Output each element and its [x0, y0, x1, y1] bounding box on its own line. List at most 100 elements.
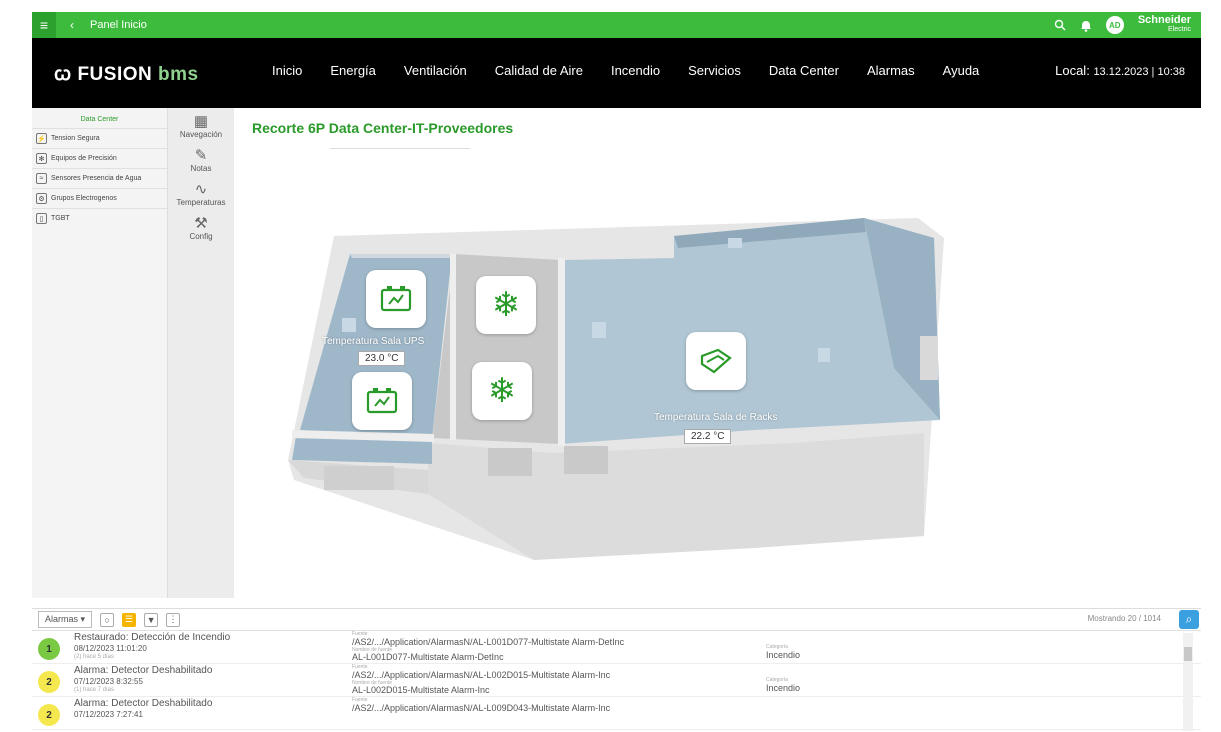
grid-icon: ▦ [193, 113, 209, 130]
alarms-toolbar: Alarmas ▾ ○ ☰ ▼ ⋮ Mostrando 20 / 1014 ⌕ [32, 609, 1201, 631]
sidebar-item-tension-segura[interactable]: ⚡ Tension Segura [32, 128, 167, 148]
user-avatar[interactable]: AD [1105, 16, 1124, 34]
nav-inicio[interactable]: Inicio [272, 63, 302, 78]
snowflake-icon: ❄ [491, 286, 521, 324]
nav-data-center[interactable]: Data Center [769, 63, 839, 78]
schneider-logo: Schneider Electric [1138, 15, 1191, 34]
alarms-panel: Alarmas ▾ ○ ☰ ▼ ⋮ Mostrando 20 / 1014 ⌕ … [32, 608, 1201, 732]
battery-icon [366, 388, 398, 414]
tool-config[interactable]: ⚒ Config [168, 210, 234, 244]
snowflake-icon: ❄ [487, 372, 517, 410]
server-room-icon [700, 348, 732, 374]
main-navbar: ꞷ FUSION bms Inicio Energía Ventilación … [32, 38, 1201, 108]
alarm-source: /AS2/.../Application/AlarmasN/AL-L002D01… [352, 670, 611, 680]
tool-label: Config [189, 232, 213, 241]
sidebar-item-equipos-precision[interactable]: ✻ Equipos de Precisión [32, 148, 167, 168]
sidebar-item-label: Sensores Presencia de Agua [51, 175, 142, 182]
fusion-bms-logo[interactable]: ꞷ FUSION bms [54, 60, 199, 86]
priority-badge: 1 [38, 638, 60, 660]
racks-temp-label: Temperatura Sala de Racks [654, 412, 778, 423]
nav-ventilacion[interactable]: Ventilación [404, 63, 467, 78]
nav-incendio[interactable]: Incendio [611, 63, 660, 78]
tool-navegacion[interactable]: ▦ Navegación [168, 108, 234, 142]
alarm-date: 07/12/2023 7:27:41 [74, 710, 143, 719]
circle-filter-icon[interactable]: ○ [100, 612, 115, 627]
alarm-date: 07/12/2023 8:32:55 [74, 677, 143, 686]
bolt-icon: ⚡ [36, 133, 47, 144]
alarm-source-name: AL-L002D015-Multistate Alarm-Inc [352, 685, 490, 695]
battery-icon [380, 286, 412, 312]
generator-icon: ⚙ [36, 193, 47, 204]
sidebar-item-grupos-electrogenos[interactable]: ⚙ Grupos Electrogenos [32, 188, 167, 208]
search-icon[interactable] [1054, 19, 1066, 31]
nav-alarmas[interactable]: Alarmas [867, 63, 915, 78]
logo-text: ꞷ FUSION [54, 64, 159, 85]
logo-bms: bms [158, 64, 199, 85]
chat-icon[interactable]: ☰ [122, 612, 137, 627]
sidebar-item-label: Equipos de Precisión [51, 155, 117, 162]
alarm-title: Alarma: Detector Deshabilitado [74, 665, 213, 676]
local-time: Local: 13.12.2023 | 10:38 [1055, 63, 1185, 78]
alarm-source: /AS2/.../Application/AlarmasN/AL-L001D07… [352, 637, 625, 647]
alarm-search-icon[interactable]: ⌕ [1179, 610, 1199, 629]
wrench-icon: ⚒ [194, 215, 208, 232]
alarms-dropdown[interactable]: Alarmas ▾ [38, 611, 93, 628]
alarm-source: /AS2/.../Application/AlarmasN/AL-L009D04… [352, 703, 611, 713]
alarm-title: Restaurado: Detección de Incendio [74, 632, 231, 643]
nav-calidad-aire[interactable]: Calidad de Aire [495, 63, 583, 78]
alarm-row[interactable]: 1 Restaurado: Detección de Incendio 08/1… [32, 631, 1201, 664]
funnel-filter-icon[interactable]: ▼ [144, 612, 159, 627]
alarm-row[interactable]: 2 Alarma: Detector Deshabilitado 07/12/2… [32, 697, 1201, 730]
priority-badge: 2 [38, 671, 60, 693]
tool-label: Navegación [179, 130, 223, 139]
alarm-category: Incendio [766, 683, 801, 693]
panel-icon: ▯ [36, 213, 47, 224]
columns-icon[interactable]: ⋮ [166, 612, 181, 627]
nav-ayuda[interactable]: Ayuda [943, 63, 980, 78]
alarm-title: Alarma: Detector Deshabilitado [74, 698, 213, 709]
ups-temp-value[interactable]: 23.0 °C [358, 351, 406, 366]
nav-servicios[interactable]: Servicios [688, 63, 741, 78]
sidebar-item-tgbt[interactable]: ▯ TGBT [32, 208, 167, 228]
snowflake-icon: ✻ [36, 153, 47, 164]
local-value: 13.12.2023 | 10:38 [1093, 66, 1185, 78]
sidebar-item-sensores-agua[interactable]: ≈ Sensores Presencia de Agua [32, 168, 167, 188]
top-bar: ≡ ‹ Panel Inicio AD Schneider Electric [32, 12, 1201, 38]
ups-panel-icon-1[interactable] [366, 270, 426, 328]
alarm-date: 08/12/2023 11:01:20 [74, 644, 147, 653]
ups-temp-label: Temperatura Sala UPS [322, 336, 425, 347]
nav-menu: Inicio Energía Ventilación Calidad de Ai… [272, 63, 979, 78]
sidebar-item-label: Grupos Electrogenos [51, 195, 117, 202]
brand-sub: Electric [1168, 26, 1191, 33]
alarm-ago: (2) hace 5 días [74, 654, 115, 660]
wave-icon: ∿ [194, 181, 208, 198]
local-label: Local: [1055, 63, 1090, 78]
priority-badge: 2 [38, 704, 60, 726]
tool-label: Notas [190, 164, 212, 173]
sidebar-item-label: TGBT [51, 215, 70, 222]
cooling-unit-2[interactable]: ❄ [472, 362, 532, 420]
alarm-ago: (1) hace 7 días [74, 687, 115, 693]
ups-panel-icon-2[interactable] [352, 372, 412, 430]
page-title: Panel Inicio [90, 19, 147, 31]
nav-energia[interactable]: Energía [330, 63, 376, 78]
pencil-icon: ✎ [194, 147, 208, 164]
alarms-scrollbar[interactable] [1183, 633, 1193, 731]
cooling-unit-1[interactable]: ❄ [476, 276, 536, 334]
tool-label: Temperaturas [176, 198, 226, 207]
bell-icon[interactable] [1080, 19, 1092, 32]
racks-room-icon[interactable] [686, 332, 746, 390]
alarm-source-name: AL-L001D077-Multistate Alarm-DetInc [352, 652, 504, 662]
sidebar-item-label: Tension Segura [51, 135, 100, 142]
back-chevron-icon[interactable]: ‹ [70, 18, 74, 32]
hamburger-menu-icon[interactable]: ≡ [32, 12, 56, 38]
showing-count: Mostrando 20 / 1014 [1087, 614, 1161, 623]
racks-temp-value[interactable]: 22.2 °C [684, 429, 732, 444]
tool-notas[interactable]: ✎ Notas [168, 142, 234, 176]
scrollbar-thumb[interactable] [1184, 647, 1192, 661]
tools-column: ▦ Navegación ✎ Notas ∿ Temperaturas ⚒ Config [168, 108, 234, 598]
alarm-row[interactable]: 2 Alarma: Detector Deshabilitado 07/12/2… [32, 664, 1201, 697]
alarm-category: Incendio [766, 650, 801, 660]
sidebar: Data Center ⚡ Tension Segura ✻ Equipos de … [32, 108, 168, 598]
tool-temperaturas[interactable]: ∿ Temperaturas [168, 176, 234, 210]
